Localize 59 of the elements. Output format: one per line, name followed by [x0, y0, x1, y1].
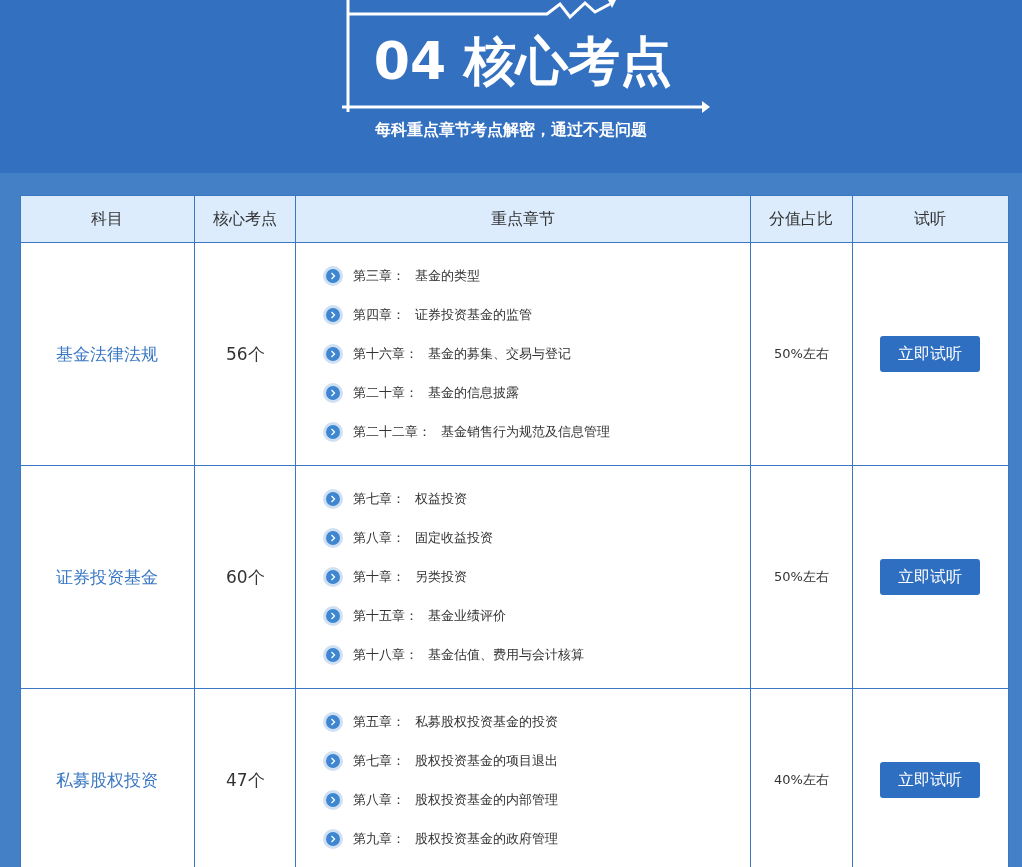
count-cell: 60个 — [194, 465, 296, 689]
chevron-icon — [323, 305, 344, 325]
column-header: 科目 — [20, 195, 195, 243]
column-header: 分值占比 — [750, 195, 853, 243]
chapter-title: 证券投资基金的监管 — [415, 306, 533, 324]
section-title: 04 核心考点 — [373, 30, 673, 93]
subject-cell: 基金法律法规 — [20, 242, 195, 466]
share-cell: 50%左右 — [750, 465, 853, 689]
chevron-icon — [323, 422, 344, 442]
chapter-title: 基金的募集、交易与登记 — [428, 345, 572, 363]
section-subtitle: 每科重点章节考点解密，通过不是问题 — [375, 120, 647, 141]
chevron-icon — [323, 344, 344, 364]
chevron-icon — [323, 828, 344, 849]
chapter-number: 第七章： — [353, 490, 406, 508]
chapter-number: 第七章： — [353, 751, 406, 770]
chapter-title: 另类投资 — [415, 568, 468, 586]
chapter-number: 第十八章： — [353, 646, 419, 664]
chapter-number: 第二十二章： — [353, 423, 432, 441]
chevron-icon — [323, 567, 344, 587]
chapter-title: 固定收益投资 — [415, 529, 494, 547]
share-cell: 50%左右 — [750, 242, 853, 466]
chapter-title: 私募股权投资基金的投资 — [415, 712, 559, 731]
column-header: 重点章节 — [296, 195, 751, 243]
chapter-number: 第八章： — [353, 790, 406, 809]
subject-cell: 证券投资基金 — [20, 465, 195, 689]
chevron-icon — [323, 606, 344, 626]
chapter-number: 第九章： — [353, 829, 406, 848]
chapter-number: 第三章： — [353, 267, 406, 285]
listen-button[interactable]: 立即试听 — [880, 559, 981, 595]
listen-button[interactable]: 立即试听 — [880, 336, 981, 372]
chapter-title: 基金估值、费用与会计核算 — [428, 646, 585, 664]
chapter-number: 第四章： — [353, 306, 406, 324]
chapter-title: 股权投资基金的项目退出 — [415, 751, 559, 770]
chapter-number: 第二十章： — [353, 384, 419, 402]
chevron-icon — [323, 789, 344, 810]
listen-button[interactable]: 立即试听 — [880, 762, 981, 798]
chapter-title: 权益投资 — [415, 490, 468, 508]
chevron-icon — [323, 266, 344, 286]
column-header: 核心考点 — [194, 195, 296, 243]
chapter-title: 股权投资基金的内部管理 — [415, 790, 559, 809]
chevron-icon — [323, 489, 344, 509]
chapter-number: 第五章： — [353, 712, 406, 731]
chevron-icon — [323, 528, 344, 548]
chapter-number: 第十章： — [353, 568, 406, 586]
count-cell: 56个 — [194, 242, 296, 466]
chapter-number: 第十六章： — [353, 345, 419, 363]
chapter-title: 基金的类型 — [415, 267, 481, 285]
chapter-title: 股权投资基金的政府管理 — [415, 829, 559, 848]
chevron-icon — [323, 711, 344, 732]
chapter-title: 基金的信息披露 — [428, 384, 520, 402]
column-header: 试听 — [852, 195, 1009, 243]
chapter-number: 第十五章： — [353, 607, 419, 625]
chapter-title: 基金业绩评价 — [428, 607, 507, 625]
subject-cell: 私募股权投资 — [20, 688, 195, 867]
chevron-icon — [323, 750, 344, 771]
chapter-title: 基金销售行为规范及信息管理 — [441, 423, 611, 441]
chevron-icon — [323, 383, 344, 403]
chevron-icon — [323, 645, 344, 665]
chapter-number: 第八章： — [353, 529, 406, 547]
